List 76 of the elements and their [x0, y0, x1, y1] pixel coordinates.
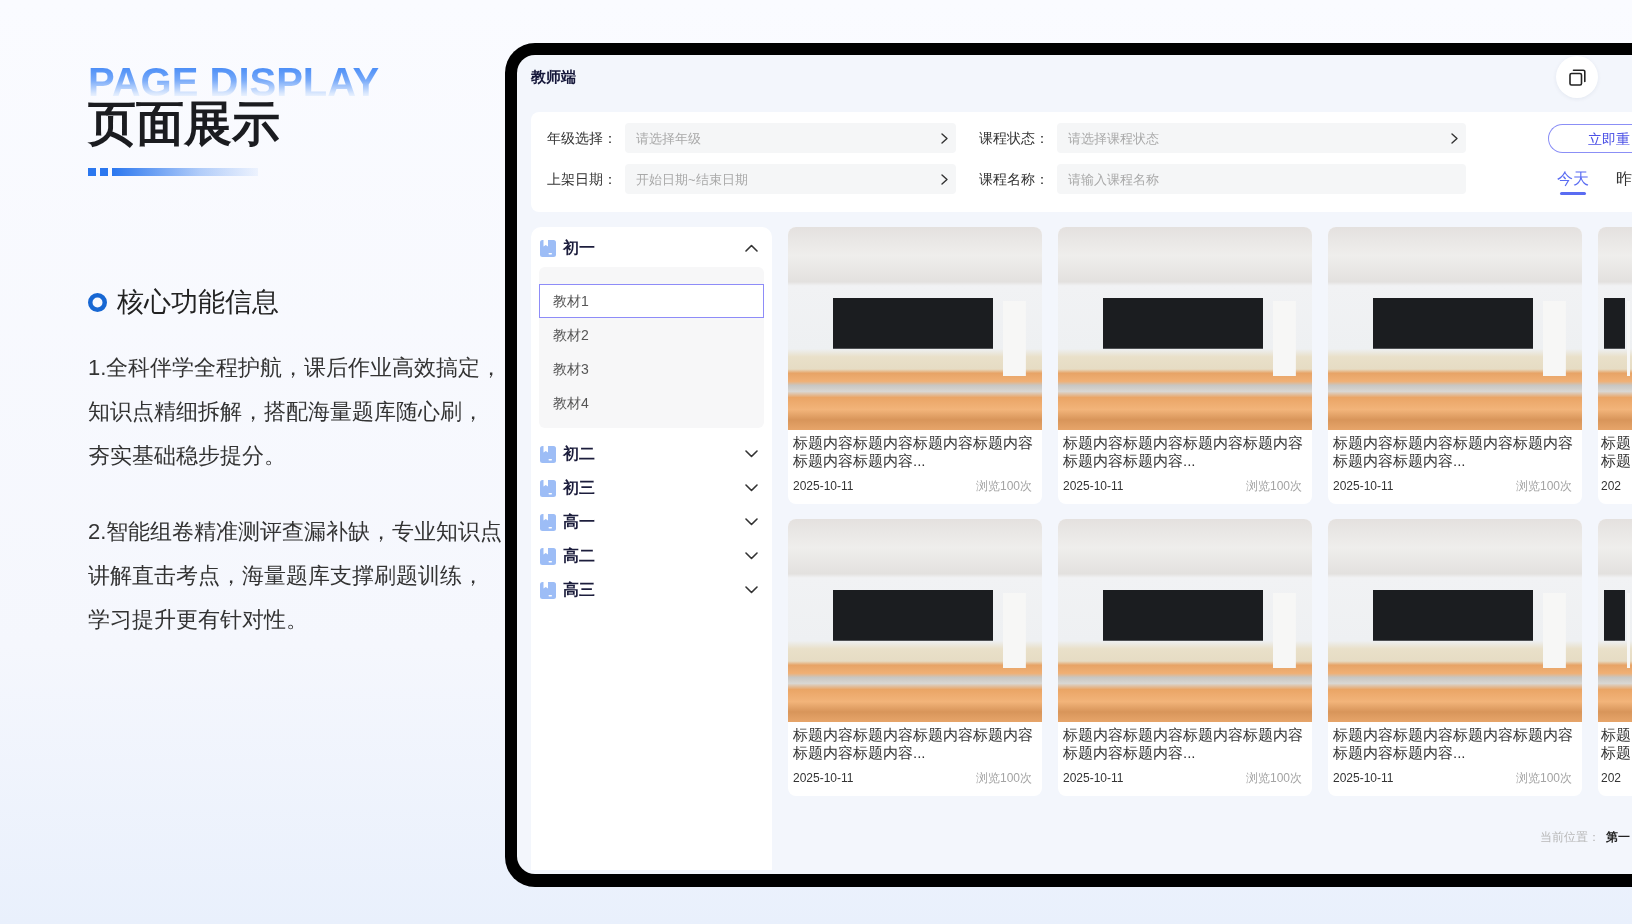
copy-icon	[1568, 68, 1586, 86]
course-title: 标题标题	[1601, 726, 1632, 762]
publish-date: 2025-10-11	[793, 770, 854, 786]
publish-date: 2025-10-11	[793, 478, 854, 494]
textbook-item[interactable]: 教材4	[539, 386, 764, 420]
textbook-item[interactable]: 教材1	[539, 284, 764, 318]
date-tab[interactable]: 今天	[1557, 169, 1589, 195]
course-card[interactable]: 标题内容标题内容标题内容标题内容标题内容标题内容... 2025-10-11 浏览100次	[1328, 519, 1582, 796]
course-card[interactable]: 标题内容标题内容标题内容标题内容标题内容标题内容... 2025-10-11 浏览100次	[1058, 519, 1312, 796]
course-card[interactable]: 标题内容标题内容标题内容标题内容标题内容标题内容... 2025-10-11 浏览100次	[788, 227, 1042, 504]
chevron-down-icon	[745, 518, 758, 526]
reset-button[interactable]: 立即重	[1548, 124, 1632, 153]
textbook-item[interactable]: 教材2	[539, 318, 764, 352]
course-title: 标题标题	[1601, 434, 1632, 470]
chevron-right-icon	[1451, 133, 1458, 144]
grade-item[interactable]: 高三	[531, 573, 772, 607]
book-icon	[540, 547, 556, 565]
app-title: 教师端	[531, 67, 576, 87]
course-card[interactable]: 标题内容标题内容标题内容标题内容标题内容标题内容... 2025-10-11 浏览100次	[1058, 227, 1312, 504]
page-title: 页面展示	[88, 100, 280, 148]
course-title: 标题内容标题内容标题内容标题内容标题内容标题内容...	[1333, 434, 1574, 470]
book-icon	[540, 513, 556, 531]
date-tab[interactable]: 昨	[1611, 169, 1632, 195]
publish-date: 202	[1601, 479, 1622, 493]
course-title: 标题内容标题内容标题内容标题内容标题内容标题内容...	[793, 726, 1034, 762]
section-heading: 核心功能信息	[117, 286, 279, 319]
chevron-right-icon	[941, 133, 948, 144]
book-icon	[540, 581, 556, 599]
filter-label: 课程状态：	[979, 129, 1049, 148]
chevron-down-icon	[745, 552, 758, 560]
view-count: 浏览100次	[975, 770, 1032, 786]
chevron-right-icon	[941, 174, 948, 185]
view-count: 浏览100次	[1515, 478, 1572, 494]
course-card[interactable]: 标题内容标题内容标题内容标题内容标题内容标题内容... 2025-10-11 浏览100次	[788, 519, 1042, 796]
publish-date: 2025-10-11	[1333, 478, 1394, 494]
chevron-down-icon	[745, 484, 758, 492]
filter-label: 课程名称：	[979, 170, 1049, 189]
view-count: 浏览100次	[1245, 770, 1302, 786]
feature-paragraph: 1.全科伴学全程护航，课后作业高效搞定，知识点精细拆解，搭配海量题库随心刷，夯实基础稳步提分。	[88, 354, 504, 470]
textbook-item[interactable]: 教材3	[539, 352, 764, 386]
location-label: 当前位置：	[1540, 829, 1600, 845]
course-title: 标题内容标题内容标题内容标题内容标题内容标题内容...	[1333, 726, 1574, 762]
publish-date: 202	[1601, 771, 1622, 785]
publish-date: 2025-10-11	[1063, 770, 1124, 786]
grade-item[interactable]: 初三	[531, 471, 772, 505]
book-icon	[540, 239, 556, 257]
course-title: 标题内容标题内容标题内容标题内容标题内容标题内容...	[793, 434, 1034, 470]
location-value: 第一	[1606, 829, 1630, 845]
view-count: 浏览100次	[1515, 770, 1572, 786]
filter-label: 年级选择：	[547, 129, 617, 148]
course-title: 标题内容标题内容标题内容标题内容标题内容标题内容...	[1063, 434, 1304, 470]
grade-item[interactable]: 高一	[531, 505, 772, 539]
grade-item[interactable]: 高二	[531, 539, 772, 573]
chevron-up-icon	[745, 244, 758, 252]
course-title: 标题内容标题内容标题内容标题内容标题内容标题内容...	[1063, 726, 1304, 762]
course-card[interactable]: 标题标题 202	[1598, 519, 1632, 796]
book-icon	[540, 445, 556, 463]
view-count: 浏览100次	[975, 478, 1032, 494]
select-field[interactable]: 请选择年级	[625, 123, 956, 153]
filter-label: 上架日期：	[547, 170, 617, 189]
publish-date: 2025-10-11	[1333, 770, 1394, 786]
book-icon	[540, 479, 556, 497]
select-field[interactable]: 请选择课程状态	[1057, 123, 1466, 153]
view-count: 浏览100次	[1245, 478, 1302, 494]
course-card[interactable]: 标题内容标题内容标题内容标题内容标题内容标题内容... 2025-10-11 浏览100次	[1328, 227, 1582, 504]
select-field[interactable]: 开始日期~结束日期	[625, 164, 956, 194]
chevron-down-icon	[745, 586, 758, 594]
grade-item[interactable]: 初一	[531, 231, 772, 265]
course-card[interactable]: 标题标题 202	[1598, 227, 1632, 504]
chevron-down-icon	[745, 450, 758, 458]
text-field[interactable]: 请输入课程名称	[1057, 164, 1466, 194]
grade-item[interactable]: 初二	[531, 437, 772, 471]
copy-button[interactable]	[1556, 56, 1598, 98]
publish-date: 2025-10-11	[1063, 478, 1124, 494]
ring-icon	[88, 292, 107, 312]
feature-paragraph: 2.智能组卷精准测评查漏补缺，专业知识点讲解直击考点，海量题库支撑刷题训练，学习提升更有针对性。	[88, 518, 504, 634]
